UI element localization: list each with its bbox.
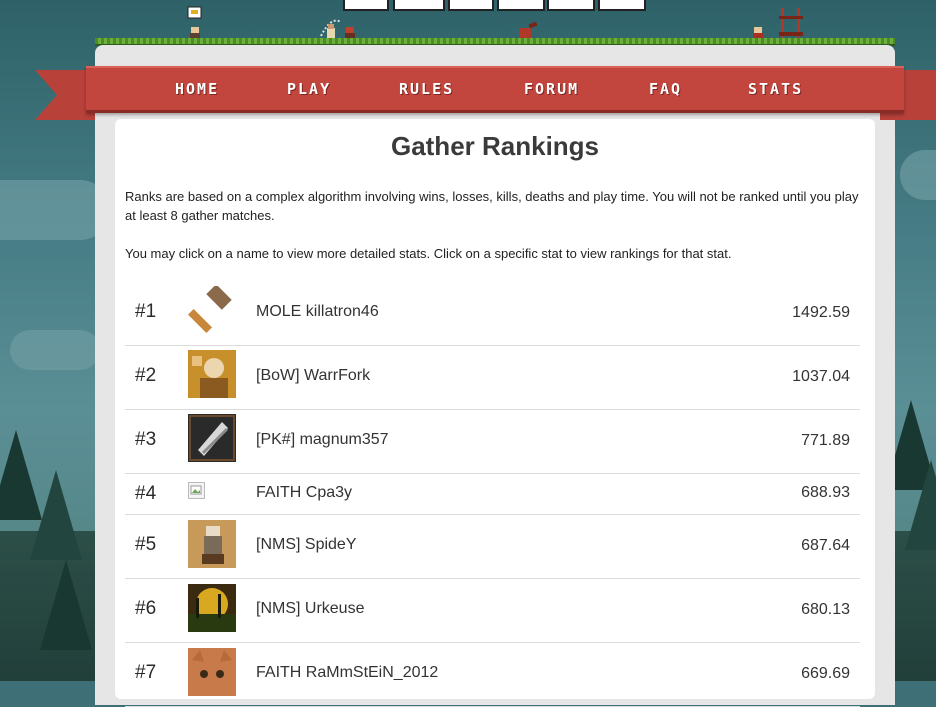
- rank-number: #6: [135, 598, 157, 619]
- broken-image-icon: [188, 482, 205, 499]
- hammer-avatar: [188, 286, 236, 334]
- ranking-row[interactable]: #7 FAITH RaMmStEiN_2012 669.69: [125, 642, 860, 707]
- rank-number: #1: [135, 301, 157, 322]
- player-name-link[interactable]: FAITH RaMmStEiN_2012: [256, 664, 438, 682]
- player-score[interactable]: 1492.59: [792, 304, 850, 322]
- player-name-link[interactable]: MOLE killatron46: [256, 303, 379, 321]
- player-score[interactable]: 669.69: [801, 665, 850, 683]
- sunset-avatar: [188, 584, 236, 632]
- player-score[interactable]: 687.64: [801, 537, 850, 555]
- player-name-link[interactable]: FAITH Cpa3y: [256, 484, 352, 502]
- logo-fragment: [598, 0, 646, 11]
- builder-avatar: [188, 520, 236, 568]
- tree: [40, 560, 92, 650]
- intro-paragraph: Ranks are based on a complex algorithm i…: [125, 189, 859, 223]
- player-score[interactable]: 680.13: [801, 601, 850, 619]
- catapult-sprite-icon: [779, 8, 803, 38]
- sunset-icon: [188, 584, 236, 632]
- knight-avatar: [188, 350, 236, 398]
- player-score[interactable]: 688.93: [801, 484, 850, 502]
- hammer-icon: [188, 286, 236, 334]
- player-score[interactable]: 1037.04: [792, 368, 850, 386]
- nav-play[interactable]: PLAY: [287, 80, 331, 98]
- cannon-sprite-icon: [519, 21, 538, 38]
- player-name-link[interactable]: [PK#] magnum357: [256, 431, 389, 449]
- tree: [905, 460, 936, 550]
- intro-paragraph: You may click on a name to view more det…: [125, 246, 732, 261]
- builder-icon: [188, 520, 236, 568]
- nav-rules[interactable]: RULES: [399, 80, 454, 98]
- nav-home[interactable]: HOME: [175, 80, 219, 98]
- tree: [30, 470, 82, 560]
- logo-fragment: [547, 0, 595, 11]
- blade-icon: [188, 414, 236, 462]
- logo-fragment: [497, 0, 545, 11]
- archer-sprite-icon: [320, 19, 342, 38]
- nav-stats[interactable]: STATS: [748, 80, 803, 98]
- main-nav: HOME PLAY RULES FORUM FAQ STATS: [86, 66, 904, 113]
- ranking-row[interactable]: #4 FAITH Cpa3y 688.93: [125, 473, 860, 515]
- page-title: Gather Rankings: [390, 131, 600, 161]
- cloud: [0, 180, 110, 240]
- ranking-row[interactable]: #1 MOLE killatron46 1492.59: [125, 281, 860, 346]
- logo-fragment: [448, 0, 494, 11]
- ranking-row[interactable]: #2 [BoW] WarrFork 1037.04: [125, 345, 860, 410]
- rank-number: #5: [135, 534, 157, 555]
- ranking-row[interactable]: #6 [NMS] Urkeuse 680.13: [125, 578, 860, 643]
- ranking-row[interactable]: #5 [NMS] SpideY 687.64: [125, 514, 860, 579]
- content-card: Gather Rankings Ranks are based on a com…: [115, 119, 875, 707]
- player-name-link[interactable]: [NMS] SpideY: [256, 536, 356, 554]
- knight-portrait-icon: [188, 350, 236, 398]
- logo-fragment: [393, 0, 445, 11]
- logo-fragment: [343, 0, 389, 11]
- player-score[interactable]: 771.89: [801, 432, 850, 450]
- rank-number: #4: [135, 483, 157, 504]
- rank-number: #3: [135, 429, 157, 450]
- cloud: [10, 330, 100, 370]
- speech-bubble-icon: [187, 6, 202, 19]
- rank-number: #2: [135, 365, 157, 386]
- player-name-link[interactable]: [BoW] WarrFork: [256, 367, 370, 385]
- cat-icon: [188, 648, 236, 696]
- nav-faq[interactable]: FAQ: [649, 80, 682, 98]
- nav-forum[interactable]: FORUM: [524, 80, 579, 98]
- blade-avatar: [188, 414, 236, 462]
- header-sprite-strip: [95, 0, 895, 46]
- player-name-link[interactable]: [NMS] Urkeuse: [256, 600, 364, 618]
- ranking-row[interactable]: #3 [PK#] magnum357 771.89: [125, 409, 860, 474]
- broken-image-icon: [190, 485, 202, 495]
- cat-avatar: [188, 648, 236, 696]
